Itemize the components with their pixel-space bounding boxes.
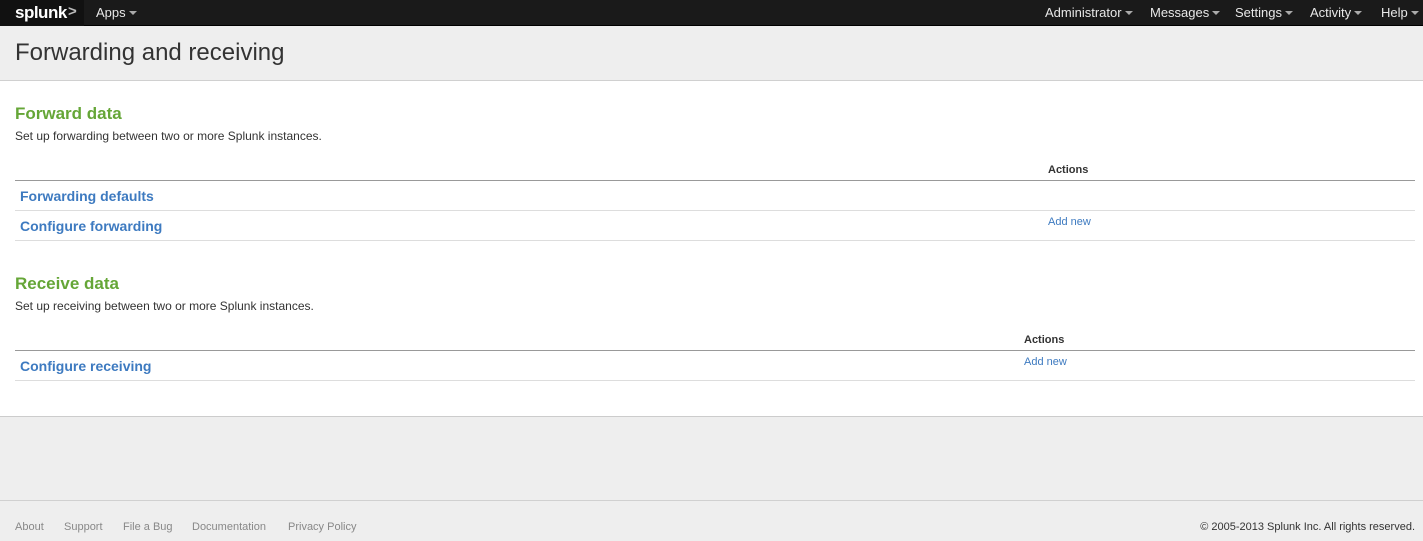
- caret-down-icon: [128, 11, 137, 15]
- footer-support-link[interactable]: Support: [64, 521, 103, 533]
- forward-actions-header: Actions: [1048, 164, 1089, 176]
- copyright-text: © 2005-2013 Splunk Inc. All rights reser…: [1200, 521, 1415, 533]
- forward-table-header-divider: [15, 180, 1415, 181]
- apps-menu[interactable]: Apps: [96, 0, 137, 26]
- receive-section-title: Receive data: [15, 274, 119, 293]
- settings-menu-label: Settings: [1235, 5, 1282, 20]
- caret-down-icon: [1410, 11, 1419, 15]
- logo-chevron-icon: >: [68, 3, 77, 20]
- receive-actions-header: Actions: [1024, 334, 1065, 346]
- messages-menu[interactable]: Messages: [1150, 0, 1221, 26]
- administrator-menu-label: Administrator: [1045, 5, 1122, 20]
- caret-down-icon: [1124, 11, 1133, 15]
- settings-menu[interactable]: Settings: [1235, 0, 1293, 26]
- footer-privacy-policy-link[interactable]: Privacy Policy: [288, 521, 356, 533]
- configure-receiving-link[interactable]: Configure receiving: [20, 358, 151, 374]
- receive-section-description: Set up receiving between two or more Spl…: [15, 299, 314, 313]
- row-divider: [15, 380, 1415, 381]
- configure-forwarding-link[interactable]: Configure forwarding: [20, 218, 162, 234]
- row-divider: [15, 210, 1415, 211]
- help-menu-label: Help: [1381, 5, 1408, 20]
- splunk-logo[interactable]: splunk >: [0, 0, 84, 26]
- apps-menu-label: Apps: [96, 5, 126, 20]
- messages-menu-label: Messages: [1150, 5, 1210, 20]
- footer-file-a-bug-link[interactable]: File a Bug: [123, 521, 173, 533]
- footer-documentation-link[interactable]: Documentation: [192, 521, 266, 533]
- receiving-add-new-link[interactable]: Add new: [1024, 356, 1067, 368]
- footer-about-link[interactable]: About: [15, 521, 44, 533]
- help-menu[interactable]: Help: [1381, 0, 1419, 26]
- caret-down-icon: [1212, 11, 1221, 15]
- caret-down-icon: [1284, 11, 1293, 15]
- forward-section-title: Forward data: [15, 104, 122, 123]
- forward-section-description: Set up forwarding between two or more Sp…: [15, 129, 322, 143]
- forwarding-add-new-link[interactable]: Add new: [1048, 216, 1091, 228]
- caret-down-icon: [1354, 11, 1363, 15]
- main-content: Forward data Set up forwarding between t…: [0, 81, 1423, 417]
- forwarding-defaults-link[interactable]: Forwarding defaults: [20, 188, 154, 204]
- activity-menu-label: Activity: [1310, 5, 1352, 20]
- administrator-menu[interactable]: Administrator: [1045, 0, 1133, 26]
- row-divider: [15, 240, 1415, 241]
- footer-divider: [0, 500, 1423, 501]
- receive-table-header-divider: [15, 350, 1415, 351]
- top-nav-bar: splunk > Apps Administrator Messages Set…: [0, 0, 1423, 26]
- logo-text: splunk: [15, 3, 67, 22]
- activity-menu[interactable]: Activity: [1310, 0, 1363, 26]
- page-title: Forwarding and receiving: [15, 39, 285, 66]
- page-header: Forwarding and receiving: [0, 26, 1423, 81]
